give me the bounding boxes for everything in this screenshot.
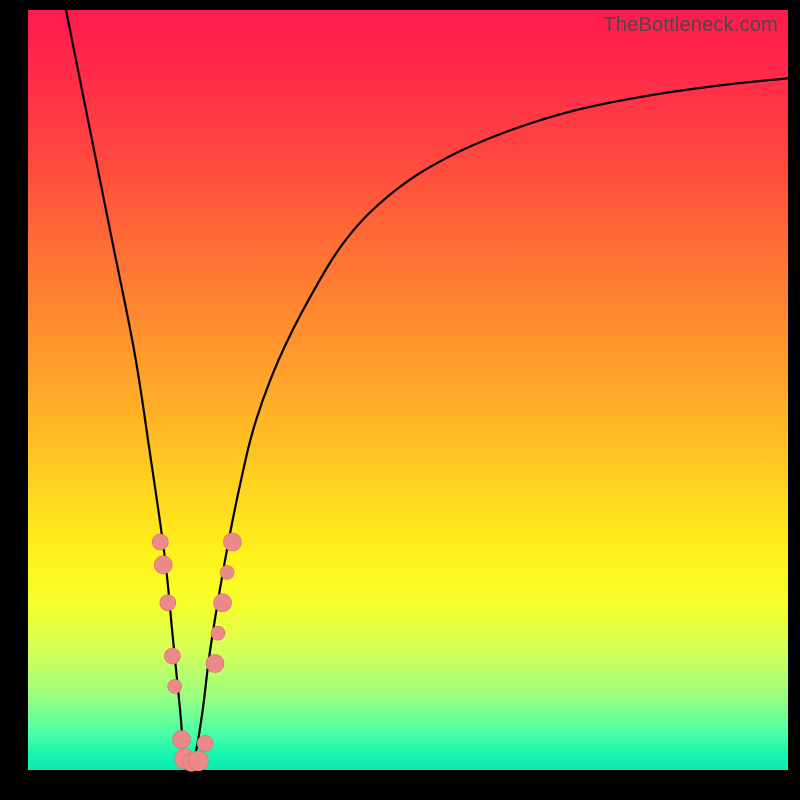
data-marker <box>168 679 182 693</box>
data-marker <box>197 735 213 751</box>
data-marker <box>160 595 176 611</box>
data-marker <box>223 533 241 551</box>
data-marker <box>220 565 234 579</box>
data-marker <box>164 648 180 664</box>
data-marker <box>154 556 172 574</box>
data-marker <box>206 655 224 673</box>
bottleneck-curve-svg <box>28 10 788 770</box>
marker-layer <box>152 533 241 771</box>
data-marker <box>214 594 232 612</box>
data-marker <box>211 626 225 640</box>
chart-frame: TheBottleneck.com <box>0 0 800 800</box>
data-marker <box>152 534 168 550</box>
data-marker <box>188 751 208 771</box>
plot-area: TheBottleneck.com <box>28 10 788 770</box>
data-marker <box>173 731 191 749</box>
